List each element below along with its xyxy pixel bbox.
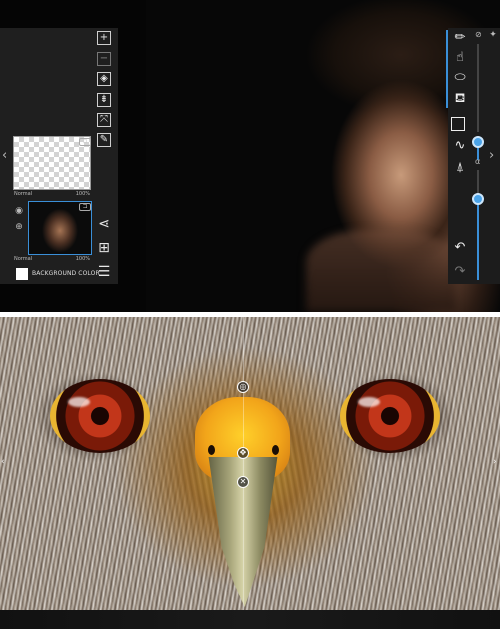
settings-small-icon[interactable]: ⊘ [475,30,482,39]
layer-opacity: 100% [75,191,90,197]
left-eye-glint [68,397,90,407]
portrait-neck-shading [306,230,456,312]
guide-rotate-handle-icon[interactable]: ◎ [237,381,249,393]
brush-icon[interactable]: ✏ [452,30,468,45]
lock-icon[interactable]: ⊕ [13,222,25,232]
eraser-icon[interactable]: ⬭ [452,70,468,85]
share-icon[interactable]: ⋖ [96,216,112,232]
system-nav-bar [0,610,500,629]
background-color-label: BACKGROUND COLOR [32,270,100,277]
right-eye [340,379,440,453]
color-swatch-icon[interactable] [451,117,465,131]
collapse-right-arrow-icon[interactable]: › [489,148,494,163]
size-slider-knob[interactable] [472,136,484,148]
right-eye-glint [358,397,380,407]
opacity-symbol: α [475,157,481,166]
grid-icon[interactable]: ⊞ [96,240,112,256]
layer-badge-icon: ⊐ [79,203,91,211]
smudge-icon[interactable]: ☝ [452,50,468,65]
transform-icon[interactable]: ⤧ [97,113,111,127]
layer-mode: Normal [14,256,33,262]
fill-icon[interactable]: ✎ [97,133,111,147]
layer-meta: Normal 100% [13,191,91,198]
right-edge-arrow-icon[interactable]: › [493,457,497,467]
undo-icon[interactable]: ↶ [452,240,468,255]
adjust-icon[interactable]: ☰ [96,264,112,280]
guide-move-handle-icon[interactable]: ✥ [237,447,249,459]
delete-layer-icon[interactable]: − [97,52,111,66]
bottom-screenshot: ◎ ✥ ✕ ‹ › [0,317,500,629]
add-layer-icon[interactable]: + [97,31,111,45]
right-nostril [272,445,279,455]
system-nav-bar-fill [0,610,500,629]
layer-opacity: 100% [75,256,90,262]
symmetry-guide-line[interactable] [243,317,244,629]
opacity-slider-knob[interactable] [472,193,484,205]
bucket-icon[interactable]: ⛾ [452,91,468,108]
redo-icon[interactable]: ↷ [452,264,468,279]
layer-mode: Normal [14,191,33,197]
opacity-slider-fill [477,200,479,280]
size-slider-track[interactable] [477,44,479,132]
left-eye [50,379,150,453]
pin-icon[interactable]: ✦ [488,30,498,40]
stroke-icon[interactable]: ∿ [452,138,468,153]
collapse-left-arrow-icon[interactable]: ‹ [2,148,7,163]
left-edge-arrow-icon[interactable]: ‹ [1,457,5,467]
guide-close-handle-icon[interactable]: ✕ [237,476,249,488]
visibility-icon[interactable]: ◉ [13,206,25,216]
left-nostril [208,445,215,455]
active-tool-indicator [446,30,448,108]
layer-meta: Normal 100% [13,256,91,263]
merge-layer-icon[interactable]: ⇟ [97,93,111,107]
background-color-swatch[interactable] [16,268,28,280]
top-screenshot: ✦ ‹ ⊘ ⊕ ⊐ Normal 100% ◉ ⊕ ⊐ Normal 100% … [0,0,500,312]
perspective-icon[interactable]: ⍋ [452,160,468,175]
layer-badge-icon: ⊐ [79,138,91,146]
duplicate-layer-icon[interactable]: ◈ [97,72,111,86]
